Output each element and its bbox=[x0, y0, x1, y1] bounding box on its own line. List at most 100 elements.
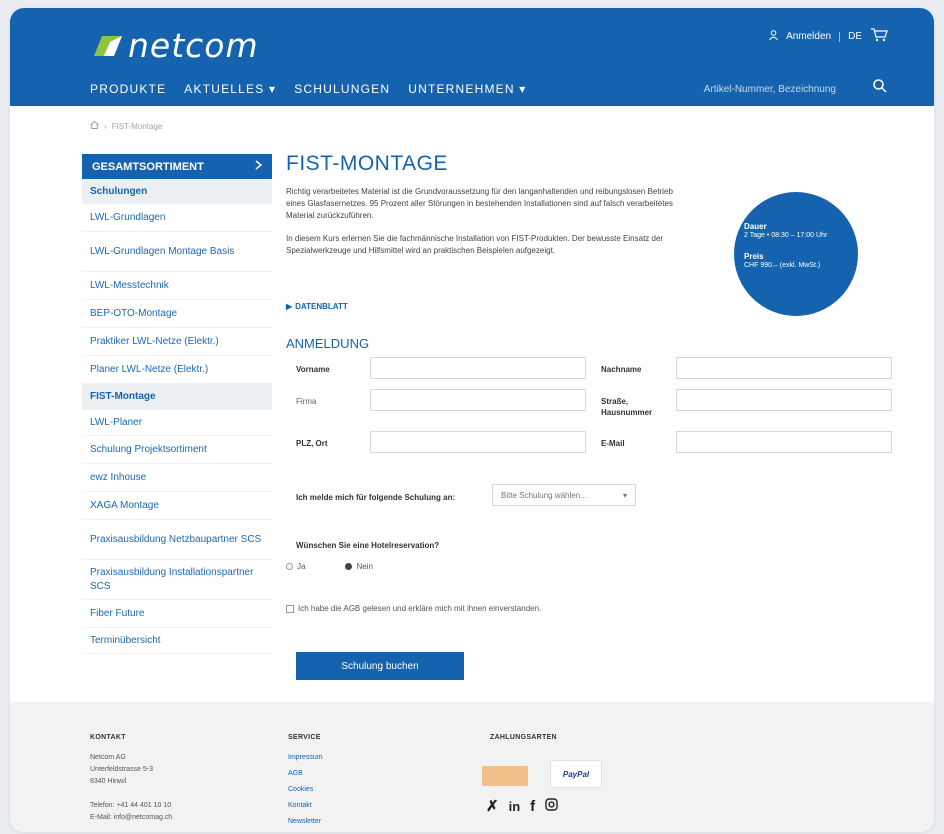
login-link[interactable]: Anmelden bbox=[786, 31, 831, 42]
radio-ja[interactable]: Ja bbox=[286, 562, 305, 571]
schulung-select[interactable]: Bitte Schulung wählen... ▾ bbox=[492, 484, 636, 506]
sidebar-item-fist-montage[interactable]: FIST-Montage bbox=[82, 384, 272, 410]
cart-icon[interactable] bbox=[870, 28, 888, 45]
footer-service: SERVICE Impressum AGB Cookies Kontakt Ne… bbox=[288, 732, 323, 828]
paypal-payment-icon: PayPal bbox=[550, 760, 602, 788]
sidebar-item-xaga[interactable]: XAGA Montage bbox=[82, 492, 272, 520]
sidebar-item-fiber-future[interactable]: Fiber Future bbox=[82, 600, 272, 628]
footer-link-cookies[interactable]: Cookies bbox=[288, 784, 323, 796]
nav-unternehmen[interactable]: UNTERNEHMEN ▾ bbox=[408, 82, 526, 96]
linkedin-icon[interactable]: in bbox=[509, 798, 521, 816]
sidebar-item-praktiker[interactable]: Praktiker LWL-Netze (Elektr.) bbox=[82, 328, 272, 356]
duration-label: Dauer bbox=[744, 222, 767, 231]
site-footer: KONTAKT Netcom AG Unterfeldstrasse 5-3 8… bbox=[10, 702, 934, 832]
datasheet-link[interactable]: ▶ DATENBLATT bbox=[286, 302, 348, 311]
contact-phone[interactable]: Telefon: +41 44 401 10 10 bbox=[90, 800, 172, 812]
main-content: FIST-MONTAGE Richtig verarbeitetes Mater… bbox=[286, 152, 892, 680]
brand-name: netcom bbox=[128, 26, 259, 65]
sidebar-item-planer[interactable]: Planer LWL-Netze (Elektr.) bbox=[82, 356, 272, 384]
radio-nein-label: Nein bbox=[356, 562, 373, 571]
social-links: ✗ in f bbox=[486, 798, 558, 816]
agb-checkbox[interactable] bbox=[286, 604, 294, 613]
email-field[interactable] bbox=[676, 431, 892, 453]
logo-mark-icon bbox=[90, 34, 124, 58]
footer-link-impressum[interactable]: Impressum bbox=[288, 752, 323, 764]
form-title: ANMELDUNG bbox=[286, 336, 370, 351]
datasheet-label: DATENBLATT bbox=[295, 302, 348, 311]
language-switch[interactable]: DE bbox=[848, 31, 862, 42]
schulung-label: Ich melde mich für folgende Schulung an: bbox=[296, 493, 456, 502]
strasse-field[interactable] bbox=[676, 389, 892, 411]
sidebar-heading-label: GESAMTSORTIMENT bbox=[92, 160, 204, 173]
breadcrumb: › FIST-Montage bbox=[90, 120, 162, 131]
xing-icon[interactable]: ✗ bbox=[486, 798, 499, 816]
footer-payment: ZAHLUNGSARTEN bbox=[490, 732, 557, 752]
footer-service-title: SERVICE bbox=[288, 734, 321, 741]
sidebar-item-installationspartner[interactable]: Praxisausbildung Installationspartner SC… bbox=[82, 560, 272, 600]
search-icon[interactable] bbox=[872, 78, 888, 94]
sidebar-item-lwl-planer[interactable]: LWL-Planer bbox=[82, 410, 272, 436]
footer-contact: KONTAKT Netcom AG Unterfeldstrasse 5-3 8… bbox=[90, 732, 172, 824]
facebook-icon[interactable]: f bbox=[530, 798, 535, 816]
brand-logo[interactable]: netcom bbox=[90, 26, 259, 65]
course-info-badge: Dauer 2 Tage • 08:30 – 17:00 Uhr Preis C… bbox=[734, 192, 858, 316]
user-icon[interactable] bbox=[769, 30, 778, 43]
site-header: netcom Anmelden DE PRODUKTE AKTUELLES ▾ … bbox=[10, 8, 934, 106]
contact-line: Netcom AG bbox=[90, 754, 126, 761]
sidebar-item-lwl-grundlagen[interactable]: LWL-Grundlagen bbox=[82, 204, 272, 232]
intro-paragraph: Richtig verarbeitetes Material ist die G… bbox=[286, 187, 673, 220]
sidebar-item-bep-oto[interactable]: BEP-OTO-Montage bbox=[82, 300, 272, 328]
duration-value: 2 Tage • 08:30 – 17:00 Uhr bbox=[744, 232, 828, 239]
browser-frame: netcom Anmelden DE PRODUKTE AKTUELLES ▾ … bbox=[10, 8, 934, 832]
twint-payment-icon bbox=[482, 766, 528, 786]
sidebar-item-ewz-inhouse[interactable]: ewz Inhouse bbox=[82, 464, 272, 492]
sidebar-item-lwl-messtechnik[interactable]: LWL-Messtechnik bbox=[82, 272, 272, 300]
sidebar-category[interactable]: Schulungen bbox=[82, 179, 272, 204]
schulung-select-value: Bitte Schulung wählen... bbox=[501, 491, 587, 500]
intro-paragraph: In diesem Kurs erlernen Sie die fachmänn… bbox=[286, 234, 664, 256]
nav-schulungen[interactable]: SCHULUNGEN bbox=[294, 82, 390, 96]
chevron-right-icon bbox=[255, 160, 263, 173]
breadcrumb-separator: › bbox=[104, 121, 107, 131]
firma-field[interactable] bbox=[370, 389, 586, 411]
radio-nein[interactable]: Nein bbox=[345, 562, 373, 571]
vorname-field[interactable] bbox=[370, 357, 586, 379]
footer-link-kontakt[interactable]: Kontakt bbox=[288, 800, 323, 812]
page-title: FIST-MONTAGE bbox=[286, 152, 448, 175]
submit-button[interactable]: Schulung buchen bbox=[296, 652, 464, 680]
sidebar-item-netzbaupartner[interactable]: Praxisausbildung Netzbaupartner SCS bbox=[82, 520, 272, 560]
paypal-label: PayPal bbox=[562, 769, 590, 779]
nachname-label: Nachname bbox=[601, 365, 642, 374]
radio-ja-label: Ja bbox=[297, 562, 306, 571]
plz-field[interactable] bbox=[370, 431, 586, 453]
nav-aktuelles[interactable]: AKTUELLES ▾ bbox=[184, 82, 276, 96]
home-icon[interactable] bbox=[90, 120, 99, 131]
sidebar-item-projektsortiment[interactable]: Schulung Projektsortiment bbox=[82, 436, 272, 464]
firma-label: Firma bbox=[296, 397, 317, 406]
contact-line: Unterfeldstrasse 5-3 bbox=[90, 766, 154, 773]
contact-email[interactable]: E-Mail: info@netcomag.ch bbox=[90, 812, 172, 824]
footer-link-newsletter[interactable]: Newsletter bbox=[288, 816, 323, 828]
footer-contact-title: KONTAKT bbox=[90, 734, 126, 741]
nachname-field[interactable] bbox=[676, 357, 892, 379]
strasse-label: Straße, Hausnummer bbox=[601, 397, 653, 417]
search-input[interactable]: Artikel-Nummer, Bezeichnung bbox=[704, 84, 836, 95]
chevron-down-icon: ▾ bbox=[622, 491, 627, 500]
agb-label: Ich habe die AGB gelesen und erkläre mic… bbox=[298, 604, 542, 613]
price-label: Preis bbox=[744, 252, 764, 261]
vorname-label: Vorname bbox=[296, 365, 330, 374]
instagram-icon[interactable] bbox=[545, 798, 558, 816]
contact-line: 8340 Hinwil bbox=[90, 778, 127, 785]
hotel-radio-group: Ja Nein bbox=[286, 562, 373, 571]
sidebar-item-lwl-grundlagen-montage[interactable]: LWL-Grundlagen Montage Basis bbox=[82, 232, 272, 272]
play-icon: ▶ bbox=[286, 302, 293, 311]
email-label: E-Mail bbox=[601, 439, 625, 448]
nav-produkte[interactable]: PRODUKTE bbox=[90, 82, 166, 96]
category-sidebar: GESAMTSORTIMENT Schulungen LWL-Grundlage… bbox=[82, 154, 272, 654]
agb-consent: Ich habe die AGB gelesen und erkläre mic… bbox=[286, 604, 541, 613]
sidebar-item-terminuebersicht[interactable]: Terminübersicht bbox=[82, 628, 272, 654]
plz-label: PLZ, Ort bbox=[296, 439, 328, 448]
footer-link-agb[interactable]: AGB bbox=[288, 768, 323, 780]
sidebar-heading[interactable]: GESAMTSORTIMENT bbox=[82, 154, 272, 179]
main-nav: PRODUKTE AKTUELLES ▾ SCHULUNGEN UNTERNEH… bbox=[90, 82, 527, 96]
